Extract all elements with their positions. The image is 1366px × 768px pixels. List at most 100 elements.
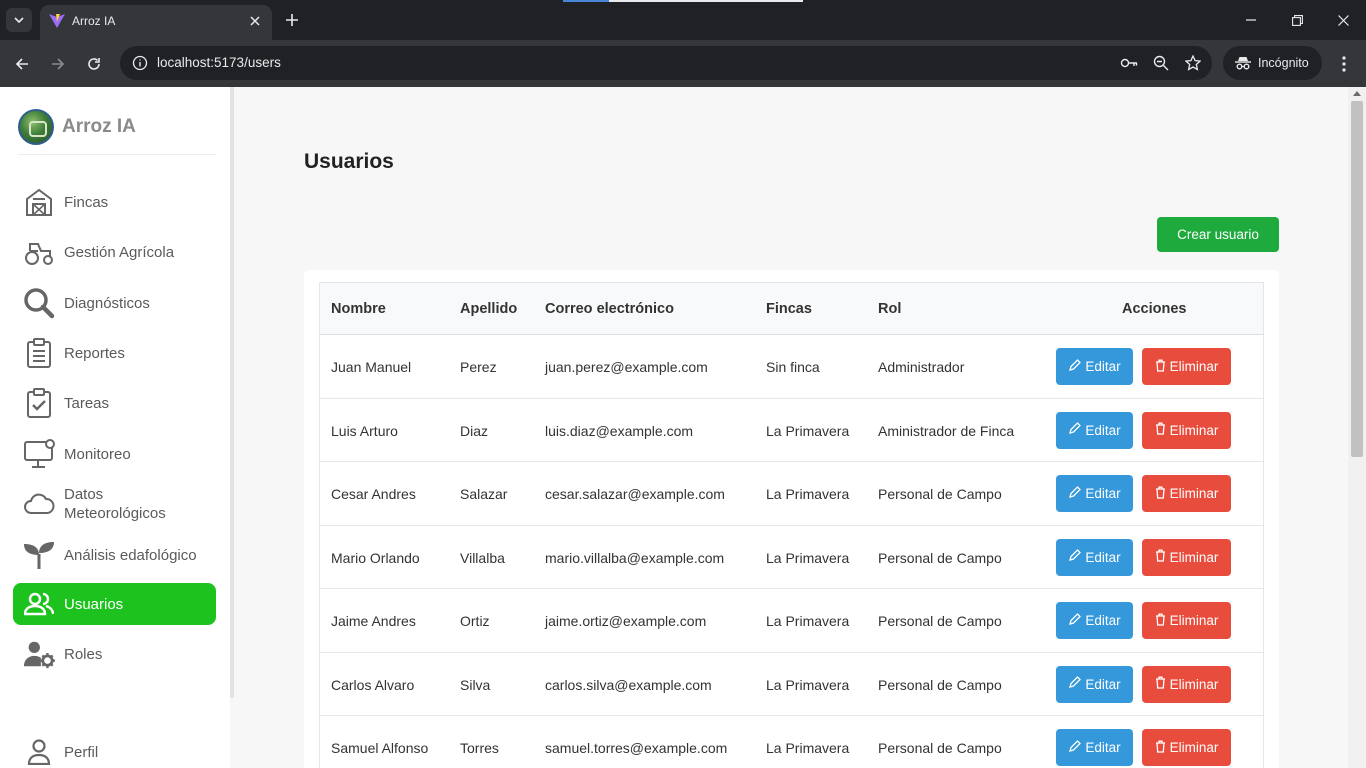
edit-button-label: Editar [1085,486,1121,501]
delete-button[interactable]: Eliminar [1142,348,1231,385]
table-row: Cesar Andres Salazar cesar.salazar@example… [320,462,1263,526]
trash-icon [1155,740,1166,756]
info-icon[interactable] [132,55,148,71]
delete-button[interactable]: Eliminar [1142,475,1231,512]
edit-button[interactable]: Editar [1056,348,1133,385]
reload-button[interactable] [82,52,106,76]
tab-close-button[interactable] [246,12,264,30]
cell-apellido: Villalba [460,549,505,566]
restore-button[interactable] [1274,0,1320,40]
address-bar-actions [1120,54,1202,72]
sidebar-item-roles[interactable]: Roles [13,633,216,675]
table-row: Carlos Alvaro Silva carlos.silva@example.c… [320,653,1263,716]
cell-nombre: Carlos Alvaro [331,676,415,693]
sidebar: Arroz IA Fincas Gestión Agrícola Diagnós… [0,87,230,768]
create-user-button[interactable]: Crear usuario [1157,217,1279,252]
users-card: Nombre Apellido Correo electrónico Finca… [304,270,1279,768]
browser-tab-bar: Arroz IA [0,0,1366,40]
table-row: Luis Arturo Diaz luis.diaz@example.com La P… [320,399,1263,462]
page-scrollbar[interactable] [1348,87,1366,768]
pencil-icon [1068,612,1082,629]
sidebar-item-tareas[interactable]: Tareas [13,382,216,424]
sidebar-scrollbar[interactable] [230,87,234,698]
delete-button-label: Eliminar [1169,422,1219,438]
new-tab-button[interactable] [282,10,302,30]
pencil-icon [1068,358,1082,375]
delete-button[interactable]: Eliminar [1142,729,1231,766]
browser-tab[interactable]: Arroz IA [40,5,272,40]
trash-icon [1155,549,1166,565]
edit-button[interactable]: Editar [1056,602,1133,639]
back-button[interactable] [10,52,34,76]
sidebar-item-diagnosticos[interactable]: Diagnósticos [13,282,216,324]
url-text[interactable]: localhost:5173/users [157,55,281,70]
table-row: Samuel Alfonso Torres samuel.torres@exampl… [320,716,1263,768]
delete-button[interactable]: Eliminar [1142,665,1231,703]
delete-button[interactable]: Eliminar [1142,538,1231,576]
sidebar-item-fincas[interactable]: Fincas [13,181,216,223]
loading-indicator [563,0,803,2]
edit-button[interactable]: Editar [1056,538,1133,576]
column-header-correo: Correo electrónico [545,301,674,317]
edit-button-label: Editar [1085,359,1121,374]
pencil-icon [1068,676,1082,692]
cell-correo: mario.villalba@example.com [545,549,725,566]
cell-rol: Administrador [878,359,965,375]
cloud-icon [23,488,55,520]
edit-button-label: Editar [1085,613,1121,628]
page-title: Usuarios [304,150,394,173]
forward-button[interactable] [46,52,70,76]
table-row: Jaime Andres Ortiz jaime.ortiz@example.com… [320,589,1263,653]
cell-nombre: Juan Manuel [331,359,412,375]
incognito-label: Incógnito [1258,56,1309,70]
trash-icon [1155,359,1166,375]
edit-button[interactable]: Editar [1056,665,1133,703]
edit-button[interactable]: Editar [1056,475,1133,512]
sidebar-item-label: Reportes [64,344,125,362]
edit-button[interactable]: Editar [1056,729,1133,766]
cell-correo: samuel.torres@example.com [545,740,728,756]
sidebar-item-datos-meteorologicos[interactable]: Datos Meteorológicos [13,483,216,525]
incognito-indicator[interactable]: Incógnito [1223,46,1322,80]
cell-fincas: La Primavera [766,549,850,566]
cell-correo: cesar.salazar@example.com [545,486,725,502]
delete-button[interactable]: Eliminar [1142,411,1231,449]
cell-nombre: Luis Arturo [331,422,398,439]
column-header-fincas: Fincas [766,301,812,317]
edit-button[interactable]: Editar [1056,411,1133,449]
tab-search-button[interactable] [6,8,32,32]
cell-apellido: Salazar [460,486,508,502]
divider [18,154,216,155]
zoom-icon[interactable] [1152,54,1170,72]
scroll-up-arrow[interactable] [1353,91,1361,96]
cell-apellido: Diaz [460,422,489,439]
table-header: Nombre Apellido Correo electrónico Finca… [320,283,1263,335]
address-bar[interactable]: localhost:5173/users [120,46,1212,80]
cell-correo: carlos.silva@example.com [545,676,712,693]
vite-favicon-icon [49,14,65,28]
browser-menu-button[interactable] [1334,52,1354,76]
brand[interactable]: Arroz IA [18,109,136,145]
sidebar-item-perfil[interactable]: Perfil [13,731,216,768]
sidebar-item-monitoreo[interactable]: Monitoreo [13,433,216,475]
key-icon[interactable] [1120,54,1138,72]
restore-icon [1291,14,1303,26]
sidebar-item-label: Datos Meteorológicos [64,486,166,522]
star-icon[interactable] [1184,54,1202,72]
sidebar-item-analisis-edafologico[interactable]: Análisis edafológico [13,534,216,576]
sidebar-item-usuarios[interactable]: Usuarios [13,583,216,625]
close-window-button[interactable] [1320,0,1366,40]
cell-apellido: Perez [460,359,497,375]
delete-button-label: Eliminar [1169,676,1219,692]
incognito-icon [1235,57,1251,70]
edit-button-label: Editar [1085,549,1121,565]
cell-fincas: La Primavera [766,486,850,502]
scrollbar-thumb[interactable] [1351,101,1363,457]
cell-rol: Personal de Campo [878,549,1002,566]
minimize-button[interactable] [1228,0,1274,40]
sidebar-item-gestion-agricola[interactable]: Gestión Agrícola [13,231,216,273]
cell-rol: Aministrador de Finca [878,422,1015,439]
delete-button[interactable]: Eliminar [1142,602,1231,639]
sidebar-item-reportes[interactable]: Reportes [13,332,216,374]
tab-title: Arroz IA [72,14,116,28]
